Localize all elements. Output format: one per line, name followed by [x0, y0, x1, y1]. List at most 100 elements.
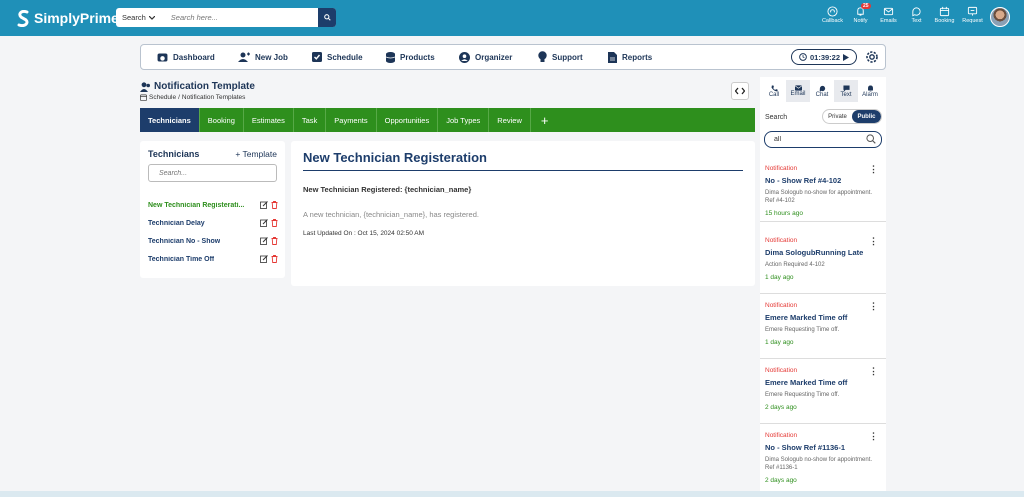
- template-list-panel: Technicians + Template New Technician Re…: [140, 141, 285, 278]
- add-template-button[interactable]: + Template: [235, 149, 277, 159]
- nav-support[interactable]: Support: [538, 45, 583, 69]
- search-input[interactable]: [160, 13, 301, 22]
- tab-email-label: Email: [790, 91, 806, 97]
- delete-icon[interactable]: [271, 237, 278, 245]
- nav-new-job[interactable]: New Job: [238, 45, 288, 69]
- tab-opportunities[interactable]: Opportunities: [377, 108, 439, 132]
- nav-organizer-label: Organizer: [475, 52, 513, 62]
- notification-item[interactable]: Notification ⋮ No - Show Ref #1136-1 Dim…: [760, 427, 886, 493]
- breadcrumb-current: Notification Templates: [181, 94, 246, 101]
- time-clock-button[interactable]: 01:39:22: [791, 49, 857, 65]
- nav-products[interactable]: Products: [386, 45, 435, 69]
- edit-icon[interactable]: [260, 255, 268, 263]
- delete-icon[interactable]: [271, 201, 278, 209]
- tab-chat-label: Chat: [815, 91, 829, 98]
- search-icon: [323, 14, 331, 21]
- tab-text[interactable]: Text: [834, 80, 858, 102]
- edit-icon[interactable]: [260, 201, 268, 209]
- request-label: Request: [962, 18, 983, 24]
- nav-reports[interactable]: Reports: [608, 45, 652, 69]
- settings-button[interactable]: [864, 49, 880, 67]
- nav-dashboard-label: Dashboard: [173, 52, 215, 62]
- more-options-icon[interactable]: ⋮: [869, 366, 878, 377]
- toggle-private[interactable]: Private: [823, 110, 852, 123]
- nav-schedule[interactable]: Schedule: [312, 45, 363, 69]
- database-icon: [386, 51, 395, 63]
- page-title-text: Notification Template: [154, 81, 255, 92]
- breadcrumb-separator: /: [178, 94, 180, 101]
- more-options-icon[interactable]: ⋮: [869, 164, 878, 175]
- notification-desc: Dima Sologub no-show for appointment. Re…: [765, 190, 873, 204]
- code-brackets-icon: [735, 87, 745, 95]
- template-item[interactable]: New Technician Registerati...: [148, 199, 278, 211]
- search-scope-select[interactable]: Search: [116, 8, 161, 27]
- tab-payments[interactable]: Payments: [326, 108, 377, 132]
- search-button[interactable]: [318, 8, 336, 27]
- template-item-label: New Technician Registerati...: [148, 201, 245, 209]
- edit-icon[interactable]: [260, 219, 268, 227]
- tab-job-types[interactable]: Job Types: [438, 108, 490, 132]
- nav-organizer[interactable]: Organizer: [459, 45, 512, 69]
- more-options-icon[interactable]: ⋮: [869, 236, 878, 247]
- emails-button[interactable]: Emails: [877, 6, 900, 24]
- tab-alarm[interactable]: Alarm: [858, 80, 882, 102]
- notification-item[interactable]: Notification ⋮ Dima SologubRunning Late …: [760, 232, 886, 294]
- tab-call-label: Call: [768, 91, 780, 98]
- notification-item[interactable]: Notification ⋮ No - Show Ref #4-102 Dima…: [760, 160, 886, 222]
- template-item[interactable]: Technician No - Show: [148, 235, 278, 247]
- template-body: A new technician, {technician_name}, has…: [303, 210, 479, 219]
- template-item-label: Technician Delay: [148, 219, 205, 227]
- tab-call[interactable]: Call: [762, 80, 786, 102]
- more-options-icon[interactable]: ⋮: [869, 431, 878, 442]
- notification-title: Emere Marked Time off: [765, 313, 848, 322]
- app-name: SimplyPrime: [34, 10, 119, 26]
- booking-button[interactable]: Booking: [933, 6, 956, 24]
- user-circle-icon: [459, 51, 470, 63]
- more-options-icon[interactable]: ⋮: [869, 301, 878, 312]
- delete-icon[interactable]: [271, 219, 278, 227]
- tab-text-label: Text: [840, 91, 852, 98]
- edit-icon[interactable]: [260, 237, 268, 245]
- tab-chat[interactable]: Chat: [810, 80, 834, 102]
- play-icon: [843, 53, 850, 61]
- text-button[interactable]: Text: [905, 6, 928, 24]
- tab-booking[interactable]: Booking: [200, 108, 244, 132]
- template-search-input[interactable]: [148, 164, 277, 182]
- notification-time: 1 day ago: [765, 339, 794, 346]
- search-icon[interactable]: [866, 134, 876, 144]
- toggle-public[interactable]: Public: [852, 110, 881, 123]
- app-logo[interactable]: SimplyPrime: [16, 9, 119, 27]
- template-item[interactable]: Technician Time Off: [148, 253, 278, 265]
- tab-estimates[interactable]: Estimates: [244, 108, 294, 132]
- nav-dashboard[interactable]: Dashboard: [157, 45, 215, 69]
- delete-icon[interactable]: [271, 255, 278, 263]
- tab-technicians[interactable]: Technicians: [140, 108, 200, 132]
- nav-support-label: Support: [552, 52, 583, 62]
- notify-button[interactable]: 25 Notify: [849, 3, 872, 24]
- request-button[interactable]: Request: [961, 6, 984, 24]
- notification-type: Notification: [765, 165, 798, 172]
- tab-review[interactable]: Review: [489, 108, 531, 132]
- template-item[interactable]: Technician Delay: [148, 217, 278, 229]
- notification-type: Notification: [765, 367, 798, 374]
- title-divider: [303, 170, 743, 171]
- notification-time: 15 hours ago: [765, 210, 803, 217]
- logo-icon: [16, 9, 30, 27]
- comm-search-input[interactable]: [764, 131, 882, 148]
- notification-item[interactable]: Notification ⋮ Emere Marked Time off Eme…: [760, 297, 886, 359]
- users-icon: [140, 81, 150, 92]
- page-title: Notification Template: [140, 81, 255, 92]
- tab-task[interactable]: Task: [294, 108, 327, 132]
- tab-email[interactable]: Email: [786, 80, 810, 102]
- nav-reports-label: Reports: [622, 52, 653, 62]
- add-tab-button[interactable]: +: [531, 108, 559, 132]
- bottom-strip: [0, 491, 1024, 497]
- callback-button[interactable]: Callback: [821, 6, 844, 24]
- notification-title: No - Show Ref #1136-1: [765, 443, 846, 452]
- breadcrumb-root[interactable]: Schedule: [149, 94, 176, 101]
- notification-time: 2 days ago: [765, 477, 797, 484]
- calendar-icon: [939, 6, 950, 17]
- notification-item[interactable]: Notification ⋮ Emere Marked Time off Eme…: [760, 362, 886, 424]
- user-avatar[interactable]: [990, 7, 1010, 27]
- code-toggle-button[interactable]: [731, 82, 749, 100]
